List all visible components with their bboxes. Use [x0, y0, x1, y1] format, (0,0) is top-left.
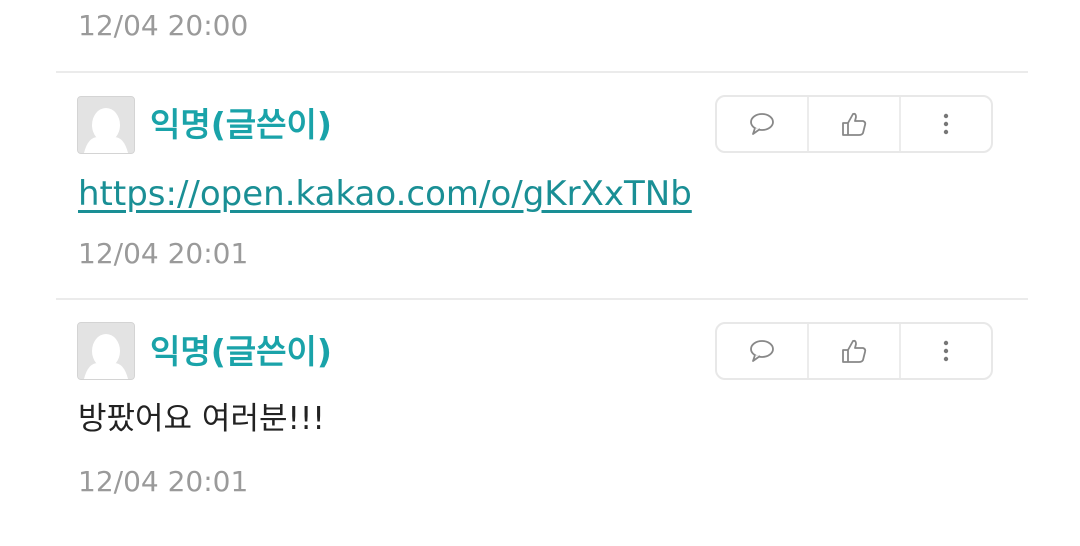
- avatar: [77, 322, 135, 380]
- avatar: [77, 96, 135, 154]
- author-name[interactable]: 익명(글쓴이): [150, 108, 332, 141]
- reply-button[interactable]: [717, 97, 809, 151]
- comment-timestamp: 12/04 20:01: [78, 237, 249, 270]
- more-icon: [943, 340, 949, 362]
- more-button[interactable]: [901, 97, 991, 151]
- comment-list: 12/04 20:00 익명(글쓴이) https://open.kakao.c…: [0, 0, 1080, 546]
- reply-button[interactable]: [717, 324, 809, 378]
- like-icon: [842, 339, 867, 363]
- more-icon: [943, 113, 949, 135]
- like-icon: [842, 112, 867, 136]
- author-name[interactable]: 익명(글쓴이): [150, 335, 332, 368]
- comment-actions: [715, 95, 993, 153]
- comment-divider: [56, 298, 1028, 300]
- comment-icon: [750, 340, 774, 362]
- more-button[interactable]: [901, 324, 991, 378]
- comment-timestamp: 12/04 20:01: [78, 465, 249, 498]
- like-button[interactable]: [809, 97, 901, 151]
- comment-link[interactable]: https://open.kakao.com/o/gKrXxTNb: [78, 177, 692, 211]
- comment-actions: [715, 322, 993, 380]
- comment-timestamp: 12/04 20:00: [78, 9, 249, 42]
- like-button[interactable]: [809, 324, 901, 378]
- comment-icon: [750, 113, 774, 135]
- comment-text: 방팠어요 여러분!!!: [78, 401, 325, 437]
- user-avatar-icon: [78, 97, 134, 153]
- user-avatar-icon: [78, 323, 134, 379]
- comment-divider: [56, 71, 1028, 73]
